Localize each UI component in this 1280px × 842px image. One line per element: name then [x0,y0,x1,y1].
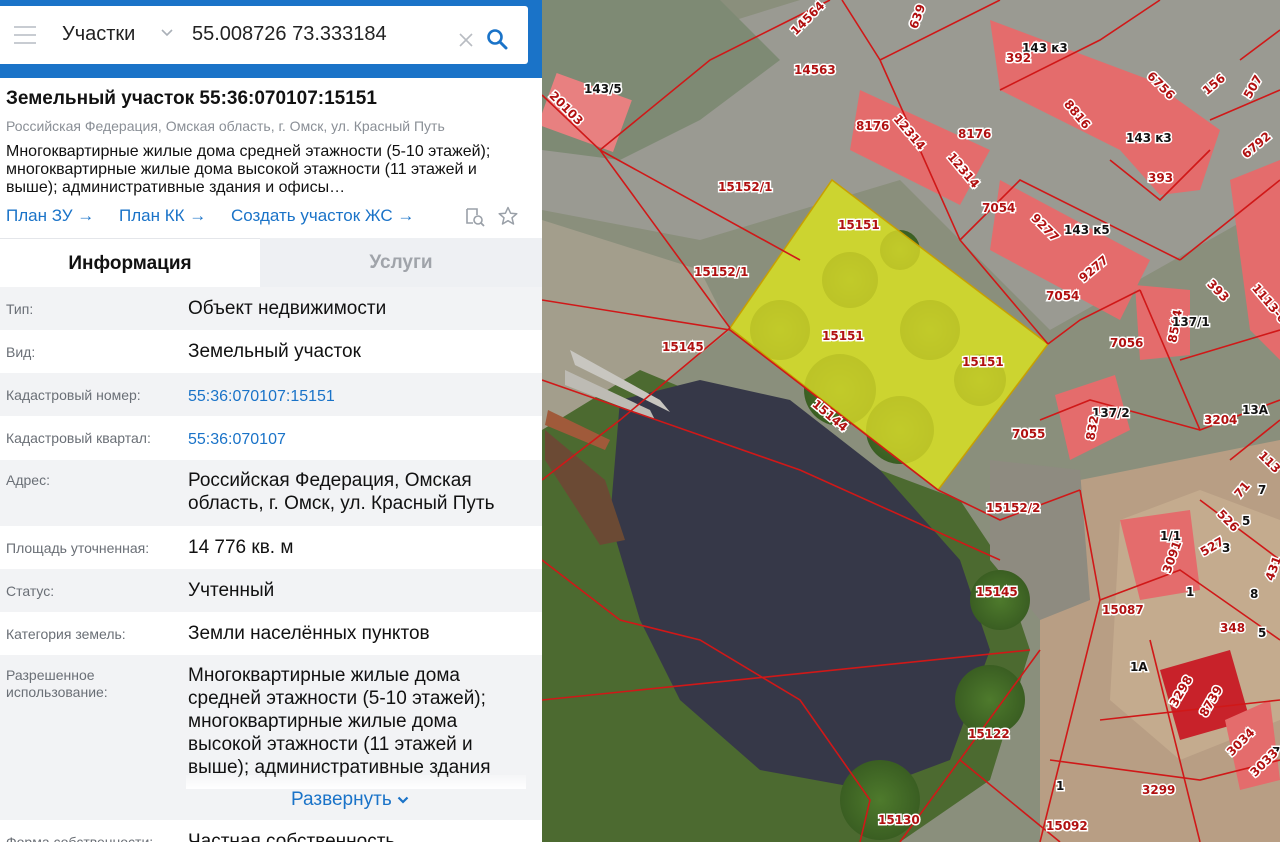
cadastral-number-link[interactable]: 55:36:070107:15151 [188,385,528,408]
map-label: 1А [1130,660,1148,674]
row-label: Кадастровый квартал: [6,430,151,446]
map-view[interactable]: 143/5 20103 14563 14564 639 143 к3 392 1… [542,0,1280,842]
row-label: Разрешенное использование: [6,667,108,700]
plan-kk-link[interactable]: План КК → [119,206,206,225]
map-label: 15152/2 [986,501,1040,515]
map-label: 8176 [958,127,991,141]
row-label: Кадастровый номер: [6,387,141,403]
map-label: 393 [1148,171,1173,185]
plan-zu-link[interactable]: План ЗУ → [6,206,94,225]
info-table: Тип: Объект недвижимости Вид: Земельный … [0,287,542,842]
map-label: 3299 [1142,783,1175,797]
expand-label: Развернуть [291,789,392,810]
map-label: 137/1 [1172,315,1210,329]
map-label: 15145 [662,340,704,354]
table-row: Статус: Учтенный [0,569,542,612]
table-row: Тип: Объект недвижимости [0,287,542,330]
chevron-down-icon[interactable] [160,25,174,39]
tab-services[interactable]: Услуги [260,238,542,288]
tabs: Информация Услуги [0,238,542,289]
map-label: 7054 [982,201,1015,215]
map-label: 143 к3 [1126,131,1172,145]
row-value: 14 776 кв. м [188,537,294,558]
map-label: 8176 [856,119,889,133]
row-value: Земельный участок [188,341,361,362]
row-label: Статус: [6,583,55,599]
row-label: Тип: [6,301,34,317]
map-label: 348 [1220,621,1245,635]
map-label: 15151 [962,355,1004,369]
map-label: 15087 [1102,603,1144,617]
map-label: 14563 [794,63,836,77]
row-label: Вид: [6,344,36,360]
map-label: 15151 [822,329,864,343]
map-label: 8 [1250,587,1258,601]
row-label: Форма собственности: [6,834,154,842]
star-icon[interactable] [498,206,518,226]
table-row: Кадастровый номер: 55:36:070107:15151 [0,373,542,416]
parcel-description: Многоквартирные жилые дома средней этажн… [6,143,491,196]
map-label: 7055 [1012,427,1045,441]
map-label: 3204 [1204,413,1237,427]
map-label: 7056 [1110,336,1143,350]
row-value: Объект недвижимости [188,298,387,319]
map-label: 7054 [1046,289,1079,303]
create-parcel-link[interactable]: Создать участок ЖС → [231,206,414,225]
map-label: 1 [1186,585,1194,599]
table-row: Разрешенное использование: Многоквартирн… [0,655,542,820]
map-label: 15122 [968,727,1010,741]
map-label: 143 к5 [1064,223,1110,237]
map-label: 3 [1222,541,1230,555]
search-bar: Участки [0,0,562,78]
row-value: Российская Федерация, Омская область, г.… [188,470,495,514]
row-value: Земли населённых пунктов [188,623,430,644]
menu-icon[interactable] [14,26,36,44]
map-label: 5 [1242,514,1250,528]
map-label: 15145 [976,585,1018,599]
row-value: Частная собственность [188,831,396,842]
row-label: Площадь уточненная: [6,540,150,556]
row-value: Учтенный [188,580,275,601]
layer-select[interactable]: Участки [62,23,135,46]
zoom-to-icon[interactable] [464,206,486,228]
table-row: Вид: Земельный участок [0,330,542,373]
parcel-address-short: Российская Федерация, Омская область, г.… [6,118,445,134]
row-value: Многоквартирные жилые дома средней этажн… [188,665,491,778]
map-label: 5 [1258,626,1266,640]
chevron-down-icon [397,796,409,804]
map-label: 1 [1056,779,1064,793]
text-fade [186,775,526,789]
map-label: 15092 [1046,819,1088,833]
table-row: Кадастровый квартал: 55:36:070107 [0,416,542,460]
clear-icon[interactable] [458,32,474,48]
row-label: Категория земель: [6,626,126,642]
parcel-title: Земельный участок 55:36:070107:15151 [6,88,377,109]
search-icon[interactable] [486,28,508,50]
expand-button[interactable]: Развернуть [291,789,409,811]
table-row: Площадь уточненная: 14 776 кв. м [0,526,542,569]
cadastral-quarter-link[interactable]: 55:36:070107 [188,428,528,451]
table-row: Форма собственности: Частная собственнос… [0,820,542,842]
map-label: 15152/1 [694,265,748,279]
table-row: Категория земель: Земли населённых пункт… [0,612,542,655]
map-label: 15130 [878,813,920,827]
tab-information[interactable]: Информация [0,238,260,289]
table-row: Адрес: Российская Федерация, Омская обла… [0,460,542,526]
search-box: Участки [0,6,528,64]
row-label: Адрес: [6,472,50,488]
map-label: 143/5 [584,82,622,96]
map-label: 7 [1258,483,1266,497]
map-label: 15152/1 [718,180,772,194]
satellite-map[interactable]: 143/5 20103 14563 14564 639 143 к3 392 1… [542,0,1280,842]
info-panel: Земельный участок 55:36:070107:15151 Рос… [0,0,542,842]
map-label: 13А [1242,403,1269,417]
coordinates-input[interactable] [192,23,447,46]
map-label: 15151 [838,218,880,232]
map-label: 392 [1006,51,1031,65]
parcel-links: План ЗУ → План КК → Создать участок ЖС → [6,206,434,226]
